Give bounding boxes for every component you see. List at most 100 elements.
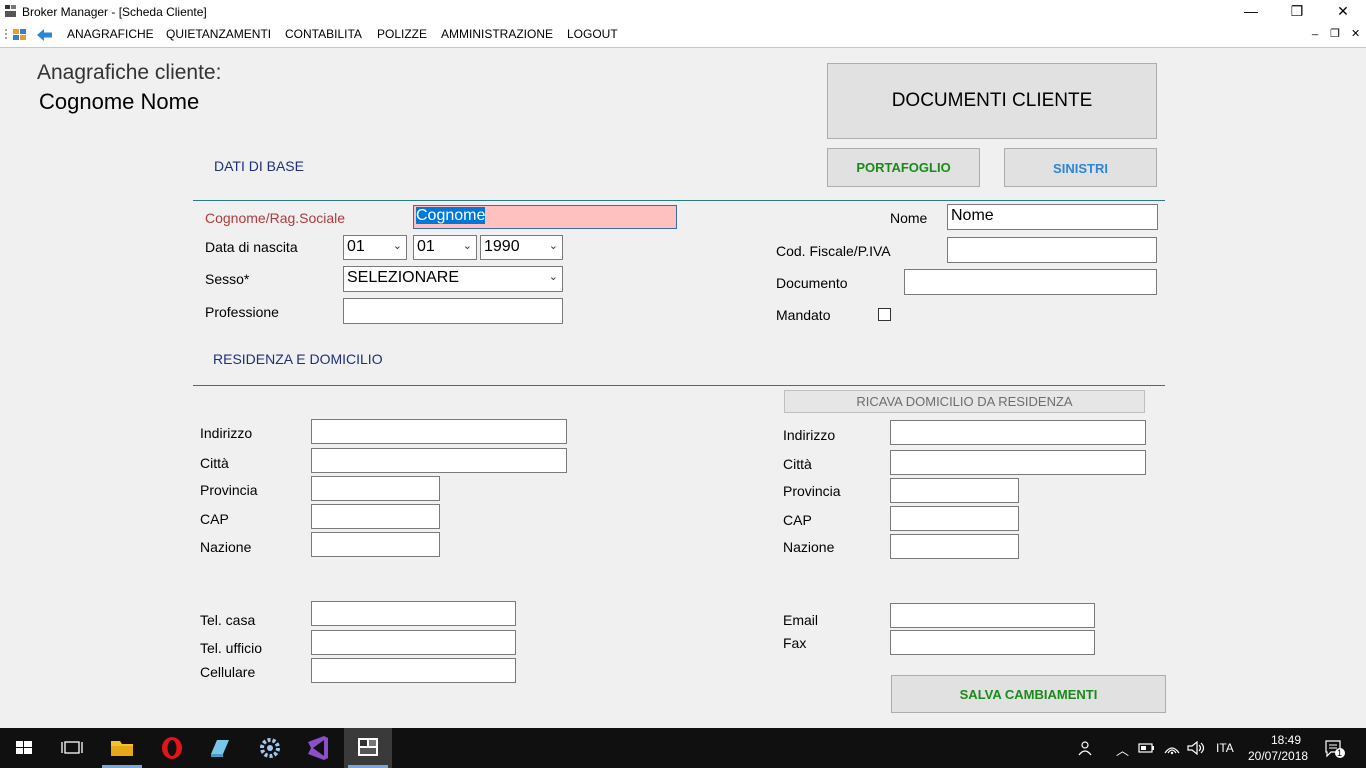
mdi-close-button[interactable]: ✕ — [1351, 27, 1360, 40]
month-select[interactable]: 01 ⌄ — [413, 235, 477, 260]
taskbar: ︿ ITA 18:49 20/07/2018 1 — [0, 728, 1366, 768]
year-select[interactable]: 1990 ⌄ — [480, 235, 563, 260]
mandato-label: Mandato — [776, 307, 831, 323]
menu-anagrafiche[interactable]: ANAGRAFICHE — [67, 27, 154, 41]
dom-indirizzo-label: Indirizzo — [783, 427, 836, 443]
chevron-down-icon: ⌄ — [462, 240, 472, 252]
sinistri-button[interactable]: SINISTRI — [1004, 148, 1157, 187]
file-explorer-icon[interactable] — [98, 728, 146, 768]
back-arrow-icon[interactable] — [36, 28, 53, 42]
show-hidden-icons-chevron-icon[interactable]: ︿ — [1116, 740, 1129, 759]
notes-app-icon[interactable] — [196, 728, 244, 768]
dom-citta-label: Città — [783, 456, 812, 472]
cognome-field-value: Cognome — [416, 207, 486, 224]
fax-field[interactable] — [890, 630, 1095, 655]
mandato-checkbox[interactable] — [878, 308, 891, 321]
ricava-domicilio-button[interactable]: RICAVA DOMICILIO DA RESIDENZA — [784, 390, 1145, 413]
res-citta-field[interactable] — [311, 448, 567, 473]
professione-label: Professione — [205, 304, 279, 320]
res-provincia-field[interactable] — [311, 476, 440, 501]
client-name: Cognome Nome — [39, 89, 200, 114]
sesso-label: Sesso* — [205, 271, 250, 287]
restore-button[interactable]: ❐ — [1274, 0, 1320, 23]
documenti-cliente-button[interactable]: DOCUMENTI CLIENTE — [827, 63, 1157, 139]
wifi-icon[interactable] — [1163, 740, 1181, 756]
task-view-icon[interactable] — [48, 728, 96, 768]
codfisc-label: Cod. Fiscale/P.IVA — [776, 243, 891, 259]
people-icon[interactable] — [1078, 739, 1096, 757]
grip-icon — [5, 29, 7, 39]
day-select[interactable]: 01 ⌄ — [343, 235, 407, 260]
day-select-value: 01 — [347, 238, 365, 255]
mdi-restore-button[interactable]: ❐ — [1330, 27, 1340, 40]
res-provincia-label: Provincia — [200, 482, 258, 498]
section-dati-di-base: DATI DI BASE — [214, 158, 304, 174]
tel-ufficio-label: Tel. ufficio — [200, 640, 262, 656]
res-indirizzo-label: Indirizzo — [200, 425, 253, 441]
menu-logout[interactable]: LOGOUT — [567, 27, 618, 41]
dom-citta-field[interactable] — [890, 450, 1146, 475]
email-field[interactable] — [890, 603, 1095, 628]
menu-polizze[interactable]: POLIZZE — [377, 27, 427, 41]
cellulare-field[interactable] — [311, 658, 516, 683]
mdi-minimize-button[interactable]: _ — [1312, 24, 1318, 36]
clock-time[interactable]: 18:49 — [1264, 733, 1308, 747]
cognome-field[interactable]: Cognome — [413, 205, 677, 229]
dom-provincia-label: Provincia — [783, 483, 841, 499]
settings-gear-icon[interactable] — [246, 728, 294, 768]
res-indirizzo-field[interactable] — [311, 419, 567, 444]
cellulare-label: Cellulare — [200, 664, 256, 680]
documento-field[interactable] — [904, 269, 1157, 295]
menu-bar: ANAGRAFICHE QUIETANZAMENTI CONTABILITA P… — [0, 23, 1366, 48]
notification-count-badge: 1 — [1337, 748, 1343, 758]
tel-ufficio-field[interactable] — [311, 630, 516, 655]
dom-nazione-label: Nazione — [783, 539, 835, 555]
page-title: Anagrafiche cliente: — [37, 61, 222, 84]
sesso-select[interactable]: SELEZIONARE ⌄ — [343, 266, 563, 292]
res-citta-label: Città — [200, 455, 229, 471]
portafoglio-button[interactable]: PORTAFOGLIO — [827, 148, 980, 187]
dom-provincia-field[interactable] — [890, 478, 1019, 503]
sesso-select-value: SELEZIONARE — [347, 269, 460, 286]
close-button[interactable]: ✕ — [1320, 0, 1366, 23]
tel-casa-label: Tel. casa — [200, 612, 256, 628]
salva-cambiamenti-button[interactable]: SALVA CAMBIAMENTI — [891, 675, 1166, 713]
chevron-down-icon: ⌄ — [392, 240, 402, 252]
clock-date[interactable]: 20/07/2018 — [1248, 749, 1308, 763]
battery-icon[interactable] — [1138, 741, 1156, 755]
menu-contabilita[interactable]: CONTABILITA — [285, 27, 362, 41]
section-residenza-domicilio: RESIDENZA E DOMICILIO — [213, 351, 383, 367]
res-nazione-field[interactable] — [311, 532, 440, 557]
windows-start-icon[interactable] — [0, 728, 48, 768]
fax-label: Fax — [783, 635, 807, 651]
dom-indirizzo-field[interactable] — [890, 420, 1146, 445]
broker-manager-app-icon[interactable] — [344, 728, 392, 768]
year-select-value: 1990 — [484, 238, 520, 255]
chevron-down-icon: ⌄ — [548, 240, 558, 252]
action-center-notification-icon[interactable] — [1324, 739, 1346, 759]
dom-nazione-field[interactable] — [890, 534, 1019, 559]
title-bar: Broker Manager - [Scheda Cliente] — ❐ ✕ — [0, 0, 1366, 23]
res-cap-label: CAP — [200, 511, 229, 527]
dom-cap-field[interactable] — [890, 506, 1019, 531]
menu-amministrazione[interactable]: AMMINISTRAZIONE — [441, 27, 553, 41]
cognome-label: Cognome/Rag.Sociale — [205, 210, 346, 226]
menu-quietanzamenti[interactable]: QUIETANZAMENTI — [166, 27, 271, 41]
opera-browser-icon[interactable] — [148, 728, 196, 768]
volume-icon[interactable] — [1186, 740, 1206, 756]
tel-casa-field[interactable] — [311, 601, 516, 626]
language-indicator[interactable]: ITA — [1216, 741, 1234, 755]
codfisc-field[interactable] — [947, 237, 1157, 263]
visual-studio-icon[interactable] — [294, 728, 342, 768]
professione-field[interactable] — [343, 298, 563, 324]
dom-cap-label: CAP — [783, 512, 812, 528]
res-nazione-label: Nazione — [200, 539, 252, 555]
email-label: Email — [783, 612, 819, 628]
minimize-button[interactable]: — — [1228, 0, 1274, 23]
nome-label: Nome — [890, 210, 928, 226]
app-icon — [4, 4, 17, 18]
mdi-child-icon[interactable] — [12, 27, 28, 43]
res-cap-field[interactable] — [311, 504, 440, 529]
month-select-value: 01 — [417, 238, 435, 255]
nome-field[interactable]: Nome — [947, 204, 1158, 230]
